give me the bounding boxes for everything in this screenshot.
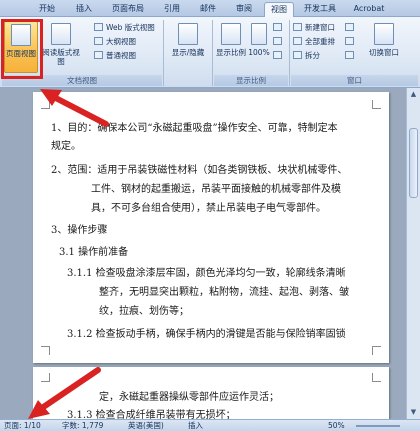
outline-view-label: 大纲视图 bbox=[106, 37, 136, 46]
arrange-all-button[interactable]: 全部重排 bbox=[293, 36, 335, 47]
reading-view-icon bbox=[51, 23, 71, 45]
tab-insert[interactable]: 插入 bbox=[70, 2, 98, 17]
group-separator bbox=[212, 20, 213, 86]
scroll-down-icon[interactable]: ▼ bbox=[409, 408, 418, 417]
switch-window-icon bbox=[374, 23, 394, 45]
web-view-icon bbox=[94, 23, 103, 31]
zoom-group-label: 显示比例 bbox=[214, 75, 288, 86]
doc-line: 规定。 bbox=[51, 141, 81, 152]
reading-view-label: 阅读版式视图 bbox=[42, 48, 80, 66]
show-hide-icon bbox=[178, 23, 198, 45]
web-view-button[interactable]: Web 版式视图 bbox=[94, 22, 155, 33]
zoom-button[interactable]: 显示比例 bbox=[216, 21, 246, 73]
two-pages-button[interactable] bbox=[273, 36, 285, 47]
doc-line: 1、目的：确保本公司“永磁起重吸盘”操作安全、可靠，特制定本 bbox=[51, 123, 338, 134]
margin-corner-mark bbox=[372, 346, 381, 355]
status-insert-mode[interactable]: 插入 bbox=[188, 420, 203, 431]
doc-line: 3.1 操作前准备 bbox=[59, 247, 129, 258]
scrollbar-thumb[interactable] bbox=[409, 128, 418, 198]
web-view-label: Web 版式视图 bbox=[106, 23, 155, 32]
tab-mailings[interactable]: 邮件 bbox=[194, 2, 222, 17]
sync-scroll-button[interactable] bbox=[345, 36, 357, 47]
arrange-all-label: 全部重排 bbox=[305, 37, 335, 46]
doc-line: 2、范围：适用于吊装铁磁性材料（如各类钢铁板、块状机械零件、 bbox=[51, 165, 348, 176]
document-area[interactable]: 1、目的：确保本公司“永磁起重吸盘”操作安全、可靠，特制定本 规定。 2、范围：… bbox=[0, 88, 406, 419]
tab-references[interactable]: 引用 bbox=[158, 2, 186, 17]
highlight-box bbox=[1, 19, 43, 79]
document-page[interactable]: 定，永磁起重器操纵零部件应运作灵活； 3.1.3 检查合成纤维吊装带有无损坏； bbox=[33, 367, 389, 419]
zoom-100-button[interactable]: 100% bbox=[248, 21, 270, 73]
tab-developer[interactable]: 开发工具 bbox=[300, 2, 340, 17]
page-width-button[interactable] bbox=[273, 50, 285, 61]
tab-review[interactable]: 审阅 bbox=[230, 2, 258, 17]
new-window-button[interactable]: 新建窗口 bbox=[293, 22, 335, 33]
outline-view-button[interactable]: 大纲视图 bbox=[94, 36, 136, 47]
office-button[interactable] bbox=[4, 2, 26, 17]
one-page-icon bbox=[273, 23, 282, 31]
zoom-slider[interactable] bbox=[356, 425, 400, 427]
margin-corner-mark bbox=[41, 346, 50, 355]
window-group-label: 窗口 bbox=[291, 75, 418, 86]
outline-view-icon bbox=[94, 37, 103, 45]
show-hide-button[interactable]: 显示/隐藏 bbox=[168, 21, 208, 73]
tab-view[interactable]: 视图 bbox=[264, 2, 294, 17]
vertical-scrollbar[interactable]: ▲ ▼ bbox=[406, 88, 420, 419]
one-page-button[interactable] bbox=[273, 22, 285, 33]
doc-line: 整齐，无明显突出颗粒，粘附物，流挂、起泡、剥落、皱 bbox=[99, 287, 349, 298]
reset-window-icon bbox=[345, 51, 354, 59]
show-hide-label: 显示/隐藏 bbox=[171, 48, 205, 57]
draft-view-label: 普通视图 bbox=[106, 51, 136, 60]
split-label: 拆分 bbox=[305, 51, 320, 60]
arrange-all-icon bbox=[293, 37, 302, 45]
zoom-100-label: 100% bbox=[248, 48, 270, 57]
document-page[interactable]: 1、目的：确保本公司“永磁起重吸盘”操作安全、可靠，特制定本 规定。 2、范围：… bbox=[33, 92, 389, 363]
group-separator bbox=[163, 20, 164, 86]
split-button[interactable]: 拆分 bbox=[293, 50, 320, 61]
switch-window-button[interactable]: 切换窗口 bbox=[366, 21, 402, 73]
tab-acrobat[interactable]: Acrobat bbox=[350, 2, 388, 17]
ribbon-tab-bar: 开始 插入 页面布局 引用 邮件 审阅 视图 开发工具 Acrobat bbox=[0, 0, 420, 17]
zoom-label: 显示比例 bbox=[216, 48, 246, 57]
reset-window-button[interactable] bbox=[345, 50, 357, 61]
doc-line: 3.1.2 检查扳动手柄，确保手柄内的滑键是否能与保险销率固锁 bbox=[67, 329, 346, 340]
doc-line: 3.1.1 检查吸盘涂漆层牢固，颜色光泽均匀一致，轮廓线条清晰 bbox=[67, 268, 346, 279]
view-side-by-side-button[interactable] bbox=[345, 22, 357, 33]
margin-corner-mark bbox=[41, 373, 50, 382]
new-window-icon bbox=[293, 23, 302, 31]
two-pages-icon bbox=[273, 37, 282, 45]
tab-page-layout[interactable]: 页面布局 bbox=[107, 2, 149, 17]
draft-view-button[interactable]: 普通视图 bbox=[94, 50, 136, 61]
tab-home[interactable]: 开始 bbox=[33, 2, 61, 17]
scroll-up-icon[interactable]: ▲ bbox=[409, 90, 418, 99]
status-zoom-level[interactable]: 50% bbox=[328, 420, 345, 431]
side-by-side-icon bbox=[345, 23, 354, 31]
zoom-100-icon bbox=[251, 23, 267, 45]
switch-window-label: 切换窗口 bbox=[369, 48, 399, 57]
group-separator bbox=[289, 20, 290, 86]
reading-view-button[interactable]: 阅读版式视图 bbox=[42, 21, 80, 73]
sync-scroll-icon bbox=[345, 37, 354, 45]
doc-line: 定，永磁起重器操纵零部件应运作灵活； bbox=[99, 392, 279, 403]
doc-line: 纹，拉痕、划伤等； bbox=[99, 306, 189, 317]
status-page-number[interactable]: 页面: 1/10 bbox=[4, 420, 41, 431]
magnifier-icon bbox=[221, 23, 241, 45]
status-word-count[interactable]: 字数: 1,779 bbox=[62, 420, 103, 431]
split-icon bbox=[293, 51, 302, 59]
margin-corner-mark bbox=[372, 100, 381, 109]
ribbon: 页面视图 阅读版式视图 Web 版式视图 大纲视图 普通视图 文档视图 显示/隐… bbox=[0, 17, 420, 88]
doc-line: 具，不可多台组合使用），禁止吊装电子电气零部件。 bbox=[91, 203, 326, 214]
doc-line: 3、操作步骤 bbox=[51, 225, 108, 236]
doc-line: 工件、钢材的起重搬运，吊装平面接触的机械零部件及模 bbox=[91, 184, 341, 195]
status-language[interactable]: 英语(美国) bbox=[128, 420, 164, 431]
margin-corner-mark bbox=[41, 100, 50, 109]
margin-corner-mark bbox=[372, 373, 381, 382]
draft-view-icon bbox=[94, 51, 103, 59]
page-width-icon bbox=[273, 51, 282, 59]
doc-line: 3.1.3 检查合成纤维吊装带有无损坏； bbox=[67, 410, 236, 419]
status-bar: 页面: 1/10 字数: 1,779 英语(美国) 插入 50% bbox=[0, 419, 420, 431]
new-window-label: 新建窗口 bbox=[305, 23, 335, 32]
